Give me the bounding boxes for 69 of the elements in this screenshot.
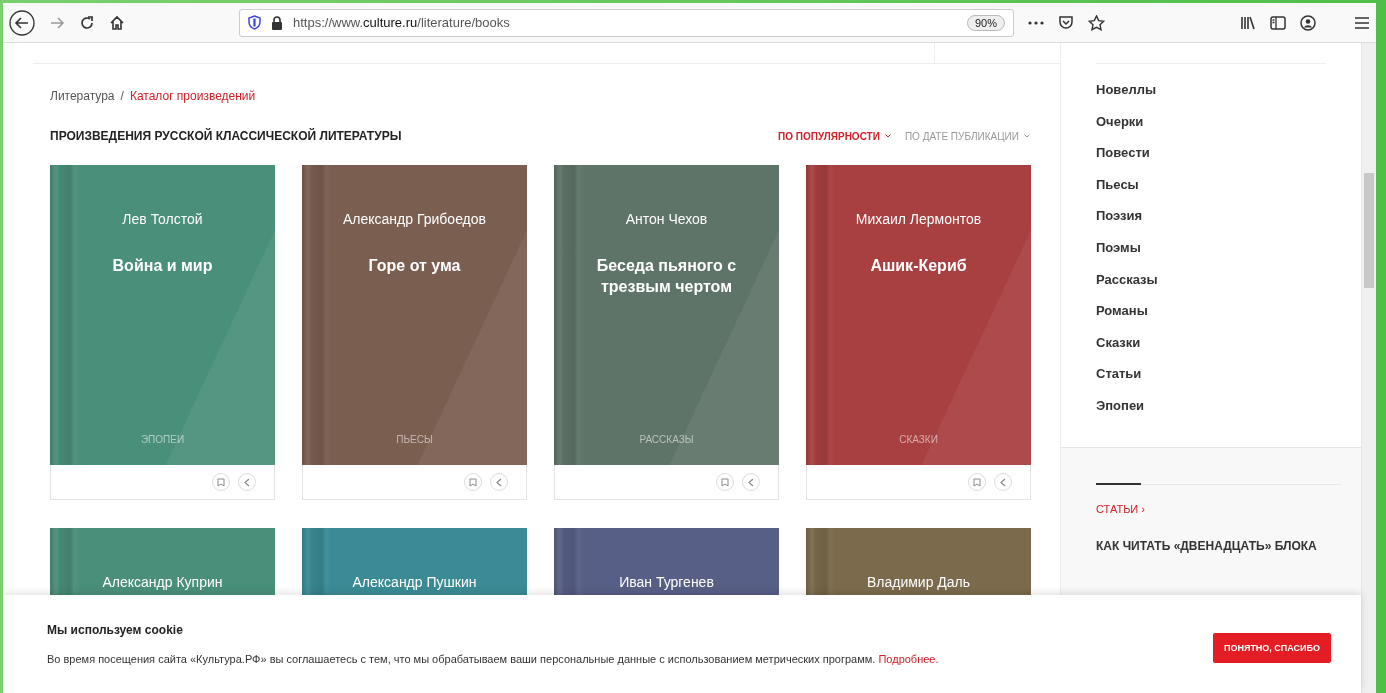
url-text: https://www.culture.ru/literature/books <box>293 15 511 30</box>
menu-icon[interactable] <box>1354 15 1370 30</box>
star-icon[interactable] <box>1088 14 1105 31</box>
breadcrumb-current[interactable]: Каталог произведений <box>129 89 256 103</box>
chevron-icon <box>884 134 891 138</box>
book-genre: ЭПОПЕИ <box>139 434 186 445</box>
book-author: Владимир Даль <box>866 574 971 590</box>
genre-link[interactable]: Рассказы <box>1096 271 1327 287</box>
cookie-title: Мы используем cookie <box>47 623 184 637</box>
chevron-icon <box>1024 134 1030 138</box>
zoom-badge[interactable]: 90% <box>966 14 1005 31</box>
bookmark-icon <box>721 477 729 487</box>
genre-link[interactable]: Сказки <box>1096 334 1327 350</box>
accept-button[interactable]: ПОНЯТНО, СПАСИБО <box>1213 633 1331 663</box>
reload-icon[interactable] <box>79 14 95 31</box>
book-cover[interactable]: Антон Чехов Беседа пьяного с трезвым чертом РАССКАЗЫ <box>554 165 779 465</box>
book-cover[interactable]: Михаил Лермонтов Ашик-Кериб СКАЗКИ <box>806 165 1031 465</box>
address-bar[interactable]: https://www.culture.ru/literature/books 90% <box>239 8 1014 37</box>
library-icon[interactable] <box>1240 15 1256 30</box>
article-title[interactable]: КАК ЧИТАТЬ «ДВЕНАДЦАТЬ» БЛОКА <box>1096 538 1317 553</box>
book-title[interactable]: Ашик-Кериб <box>870 255 967 276</box>
bookmark-icon <box>217 477 225 487</box>
book-author: Лев Толстой <box>122 211 203 227</box>
page-heading: ПРОИЗВЕДЕНИЯ РУССКОЙ КЛАССИЧЕСКОЙ ЛИТЕРАТУРЫ <box>50 129 403 143</box>
sidebar-icon[interactable] <box>1270 15 1286 30</box>
share-icon <box>495 477 503 487</box>
sort-option[interactable]: ПО ПОПУЛЯРНОСТИ <box>778 130 891 142</box>
account-icon[interactable] <box>1300 14 1316 31</box>
genre-link[interactable]: Повести <box>1096 145 1327 161</box>
genre-link[interactable]: Поэзия <box>1096 208 1327 224</box>
bookmark-icon <box>973 477 981 487</box>
book-author: Александр Грибоедов <box>343 211 486 227</box>
genre-link[interactable]: Поэмы <box>1096 239 1327 255</box>
book-author: Михаил Лермонтов <box>855 211 982 227</box>
book-genre: СКАЗКИ <box>898 434 939 445</box>
genre-link[interactable]: Пьесы <box>1096 176 1327 192</box>
book-author: Александр Пушкин <box>352 574 477 590</box>
book-author: Иван Тургенев <box>619 574 714 590</box>
book-title[interactable]: Война и мир <box>112 255 213 276</box>
more-link[interactable]: Подробнее. <box>878 653 939 665</box>
share-icon <box>243 477 251 487</box>
bookmark-icon <box>469 477 477 487</box>
genre-link[interactable]: Новеллы <box>1096 82 1327 97</box>
breadcrumb-link[interactable]: Литература <box>50 89 115 103</box>
scrollbar[interactable] <box>1361 43 1376 693</box>
lock-icon <box>271 15 283 30</box>
cookie-text: Во время посещения сайта «Культура.РФ» вы соглашаетесь с тем, что мы обрабатываем ваши персональные данные с использованием метрических программ. Подробнее. <box>47 653 940 665</box>
share-icon <box>999 477 1007 487</box>
book-title[interactable]: Горе от ума <box>368 255 461 276</box>
share-icon <box>747 477 755 487</box>
book-cover[interactable]: Лев Толстой Война и мир ЭПОПЕИ <box>50 165 275 465</box>
forward-icon[interactable] <box>49 14 65 31</box>
home-icon[interactable] <box>109 14 125 31</box>
shield-icon[interactable] <box>248 15 261 30</box>
book-cover[interactable]: Александр Грибоедов Горе от ума ПЬЕСЫ <box>302 165 527 465</box>
genre-link[interactable]: Эпопеи <box>1096 397 1327 413</box>
book-genre: ПЬЕСЫ <box>395 434 434 445</box>
back-icon[interactable] <box>9 9 35 36</box>
more-icon[interactable] <box>1028 20 1044 25</box>
genre-link[interactable]: Статьи <box>1096 366 1327 382</box>
genre-link[interactable]: Романы <box>1096 303 1327 319</box>
pocket-icon[interactable] <box>1058 15 1074 30</box>
articles-link[interactable]: СТАТЬИ › <box>1096 502 1145 515</box>
book-title[interactable]: Беседа пьяного с трезвым чертом <box>566 255 767 297</box>
book-author: Александр Куприн <box>102 574 223 590</box>
genre-link[interactable]: Очерки <box>1096 113 1327 129</box>
book-author: Антон Чехов <box>625 211 708 227</box>
breadcrumb-separator: / <box>120 89 124 103</box>
book-genre: РАССКАЗЫ <box>638 434 695 445</box>
